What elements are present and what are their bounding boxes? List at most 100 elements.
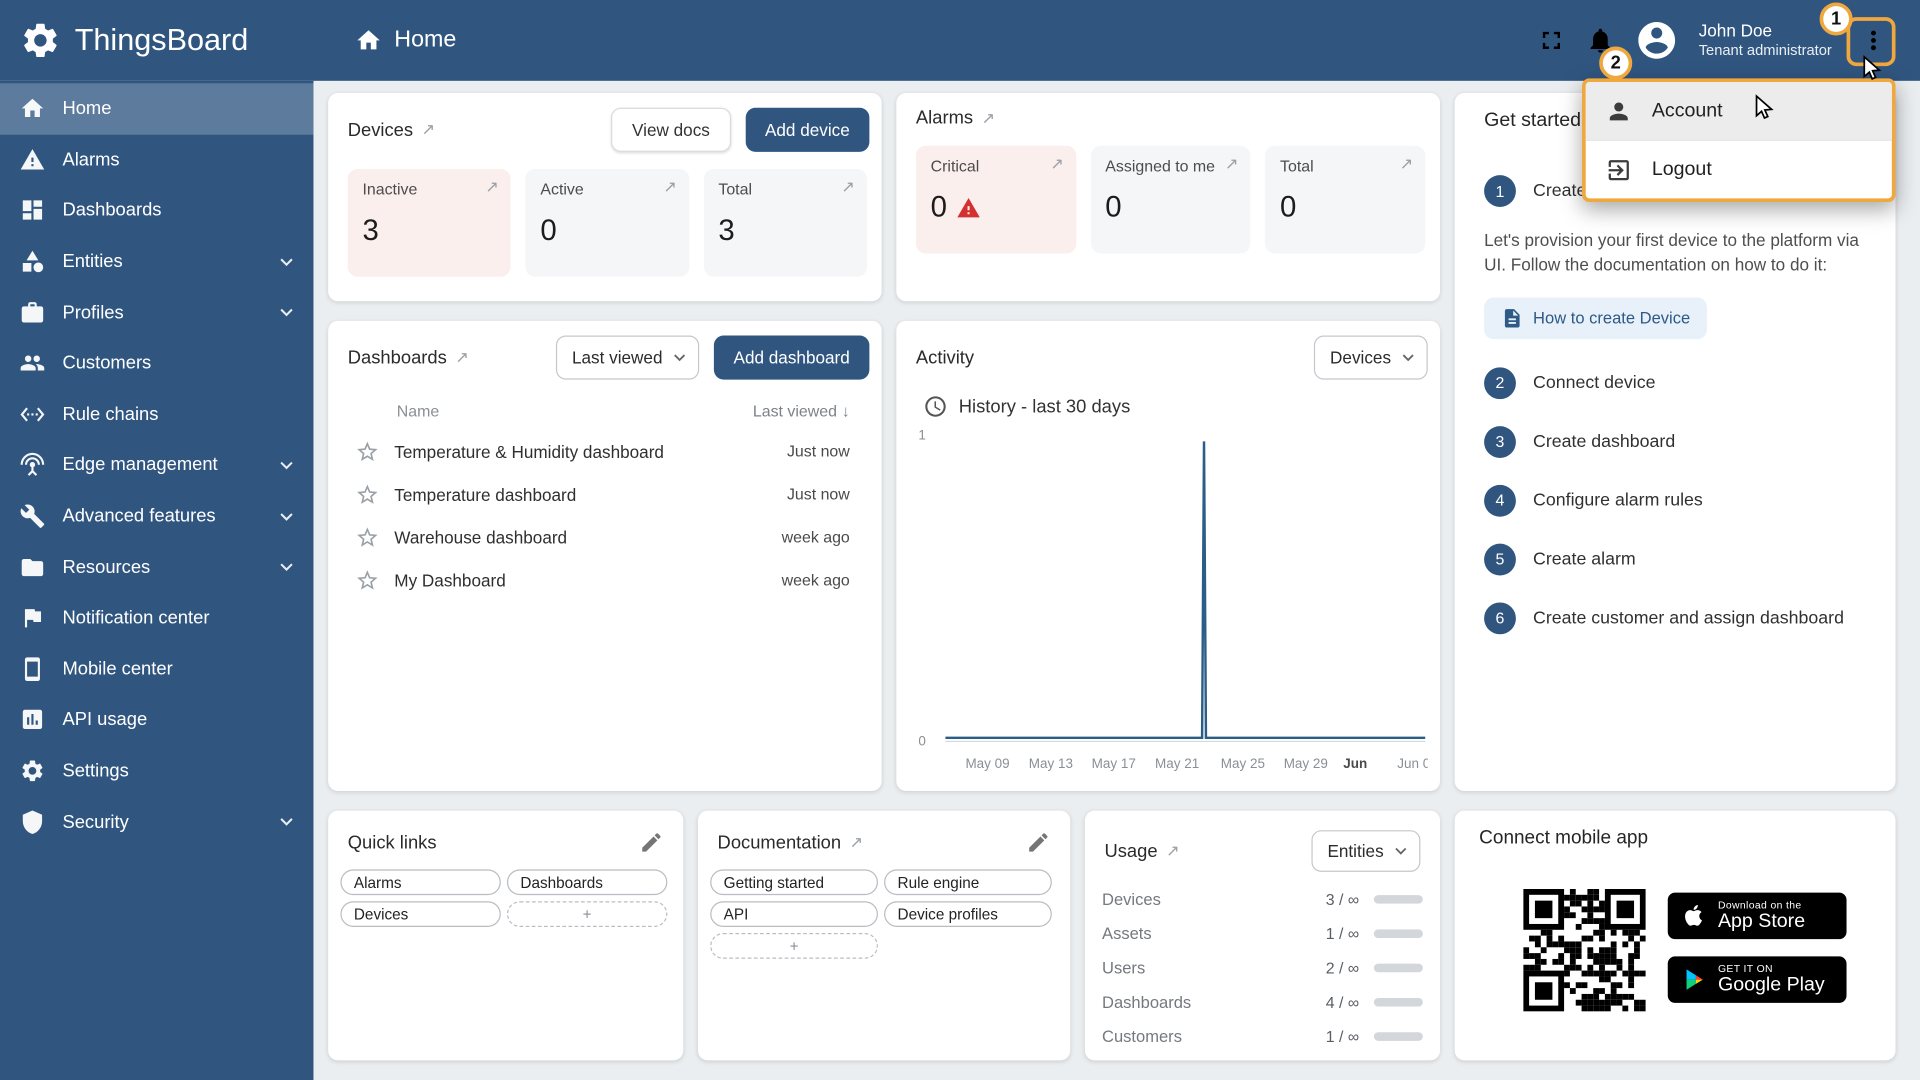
warning-icon <box>20 147 46 173</box>
sidebar-item-advanced-features[interactable]: Advanced features <box>0 491 313 542</box>
google-play-badge[interactable]: GET IT ON Google Play <box>1668 956 1847 1003</box>
external-link-icon: ↗ <box>485 178 498 198</box>
sidebar-item-security[interactable]: Security <box>0 796 313 847</box>
mobile-card-title: Connect mobile app <box>1479 828 1871 850</box>
brand-name: ThingsBoard <box>75 23 249 59</box>
view-docs-button[interactable]: View docs <box>611 108 730 152</box>
activity-series-line <box>945 441 1425 737</box>
sidebar-item-edge-management[interactable]: Edge management <box>0 440 313 491</box>
external-link-icon: ↗ <box>663 178 676 198</box>
external-link-icon[interactable]: ↗ <box>455 348 468 368</box>
devices-active-stat[interactable]: Active ↗ 0 <box>526 169 689 277</box>
dashboard-row[interactable]: My Dashboard week ago <box>328 558 881 601</box>
gear-icon <box>20 758 46 784</box>
sidebar-item-rule-chains[interactable]: Rule chains <box>0 389 313 440</box>
dashboards-table-header: Name Last viewed↓ <box>328 380 881 430</box>
step-create-customer[interactable]: 6Create customer and assign dashboard <box>1484 588 1866 647</box>
activity-chart: 1 0 May 09 May 13 May 17 May 21 <box>913 424 1427 786</box>
dashboard-row[interactable]: Temperature & Humidity dashboard Just no… <box>328 430 881 473</box>
edit-pencil-icon[interactable] <box>1026 830 1050 854</box>
customers-icon <box>20 351 46 377</box>
how-to-create-device-button[interactable]: How to create Device <box>1484 297 1707 339</box>
step-configure-alarm-rules[interactable]: 4Configure alarm rules <box>1484 471 1866 530</box>
dashboards-icon <box>20 198 46 224</box>
doc-link-device-profiles[interactable]: Device profiles <box>884 901 1052 927</box>
step-1-description: Let's provision your first device to the… <box>1484 228 1866 278</box>
dashboard-row[interactable]: Warehouse dashboard week ago <box>328 516 881 559</box>
chevron-down-icon <box>274 300 298 324</box>
sidebar-item-mobile-center[interactable]: Mobile center <box>0 644 313 695</box>
add-dashboard-button[interactable]: Add dashboard <box>714 336 869 380</box>
usage-card: Usage↗ Entities Devices3 / ∞ Assets1 / ∞… <box>1085 811 1440 1061</box>
usage-progress-bar <box>1374 1032 1423 1041</box>
doc-link-rule-engine[interactable]: Rule engine <box>884 869 1052 895</box>
devices-total-stat[interactable]: Total ↗ 3 <box>704 169 867 277</box>
sort-desc-icon: ↓ <box>842 402 850 420</box>
shield-icon <box>20 809 46 835</box>
quick-link-devices[interactable]: Devices <box>340 901 500 927</box>
sidebar-item-api-usage[interactable]: API usage <box>0 694 313 745</box>
alarms-assigned-stat[interactable]: Assigned to me ↗ 0 <box>1091 146 1251 254</box>
external-link-icon[interactable]: ↗ <box>1166 841 1179 861</box>
sidebar-item-customers[interactable]: Customers <box>0 338 313 389</box>
sidebar-item-profiles[interactable]: Profiles <box>0 287 313 338</box>
step-connect-device[interactable]: 2Connect device <box>1484 353 1866 412</box>
menu-item-account[interactable]: Account <box>1586 82 1892 140</box>
quick-link-dashboards[interactable]: Dashboards <box>507 869 667 895</box>
thingsboard-home-page: ThingsBoard Home John Doe Tenant adminis… <box>0 0 1920 1080</box>
sidebar-item-resources[interactable]: Resources <box>0 542 313 593</box>
step-create-alarm[interactable]: 5Create alarm <box>1484 530 1866 589</box>
edit-pencil-icon[interactable] <box>639 830 663 854</box>
sidebar-item-alarms[interactable]: Alarms <box>0 134 313 185</box>
star-outline-icon[interactable] <box>355 439 379 463</box>
usage-entity-select[interactable]: Entities <box>1312 830 1421 872</box>
external-link-icon: ↗ <box>1050 154 1063 174</box>
fullscreen-icon[interactable] <box>1537 26 1566 55</box>
doc-link-api[interactable]: API <box>710 901 878 927</box>
star-outline-icon[interactable] <box>355 525 379 549</box>
column-name[interactable]: Name <box>397 402 439 420</box>
add-doc-link-chip[interactable]: + <box>710 933 878 959</box>
app-store-badge[interactable]: Download on the App Store <box>1668 893 1847 940</box>
activity-entity-select[interactable]: Devices <box>1314 336 1428 380</box>
user-avatar[interactable] <box>1635 18 1679 62</box>
add-quick-link-chip[interactable]: + <box>507 901 667 927</box>
alarms-critical-stat[interactable]: Critical ↗ 0 <box>916 146 1076 254</box>
external-link-icon[interactable]: ↗ <box>850 833 863 853</box>
flag-icon <box>20 605 46 631</box>
critical-warning-icon <box>957 196 981 220</box>
star-outline-icon[interactable] <box>355 482 379 506</box>
home-icon <box>20 96 46 122</box>
quick-link-alarms[interactable]: Alarms <box>340 869 500 895</box>
menu-item-logout[interactable]: Logout <box>1586 141 1892 199</box>
usage-row-dashboards: Dashboards4 / ∞ <box>1085 984 1440 1018</box>
sidebar-item-dashboards[interactable]: Dashboards <box>0 185 313 236</box>
external-link-icon: ↗ <box>841 178 854 198</box>
sidebar-nav: Home Alarms Dashboards Entities Profiles… <box>0 81 313 1080</box>
quick-links-title: Quick links <box>348 832 437 853</box>
dashboards-card-title: Dashboards↗ <box>348 347 469 368</box>
brand-logo-link[interactable]: ThingsBoard <box>0 20 313 62</box>
external-link-icon[interactable]: ↗ <box>422 120 435 140</box>
sidebar-item-notification-center[interactable]: Notification center <box>0 593 313 644</box>
sidebar-item-settings[interactable]: Settings <box>0 745 313 796</box>
external-link-icon[interactable]: ↗ <box>982 108 995 128</box>
sidebar-item-home[interactable]: Home <box>0 83 313 134</box>
doc-link-getting-started[interactable]: Getting started <box>710 869 878 895</box>
sidebar-item-entities[interactable]: Entities <box>0 236 313 287</box>
dashboards-filter-select[interactable]: Last viewed <box>556 336 699 380</box>
chevron-down-icon <box>669 347 691 369</box>
star-outline-icon[interactable] <box>355 568 379 592</box>
user-name: John Doe <box>1699 20 1832 42</box>
google-play-logo-icon <box>1682 965 1706 994</box>
usage-progress-bar <box>1374 894 1423 903</box>
column-last-viewed-sort[interactable]: Last viewed↓ <box>753 402 850 420</box>
page-title: Home <box>355 27 456 54</box>
alarms-total-stat[interactable]: Total ↗ 0 <box>1265 146 1425 254</box>
step-create-dashboard[interactable]: 3Create dashboard <box>1484 412 1866 471</box>
dashboard-row[interactable]: Temperature dashboard Just now <box>328 473 881 516</box>
usage-title: Usage↗ <box>1104 841 1179 862</box>
activity-card: Activity Devices History - last 30 days … <box>896 321 1440 791</box>
add-device-button[interactable]: Add device <box>745 108 869 152</box>
devices-inactive-stat[interactable]: Inactive ↗ 3 <box>348 169 511 277</box>
